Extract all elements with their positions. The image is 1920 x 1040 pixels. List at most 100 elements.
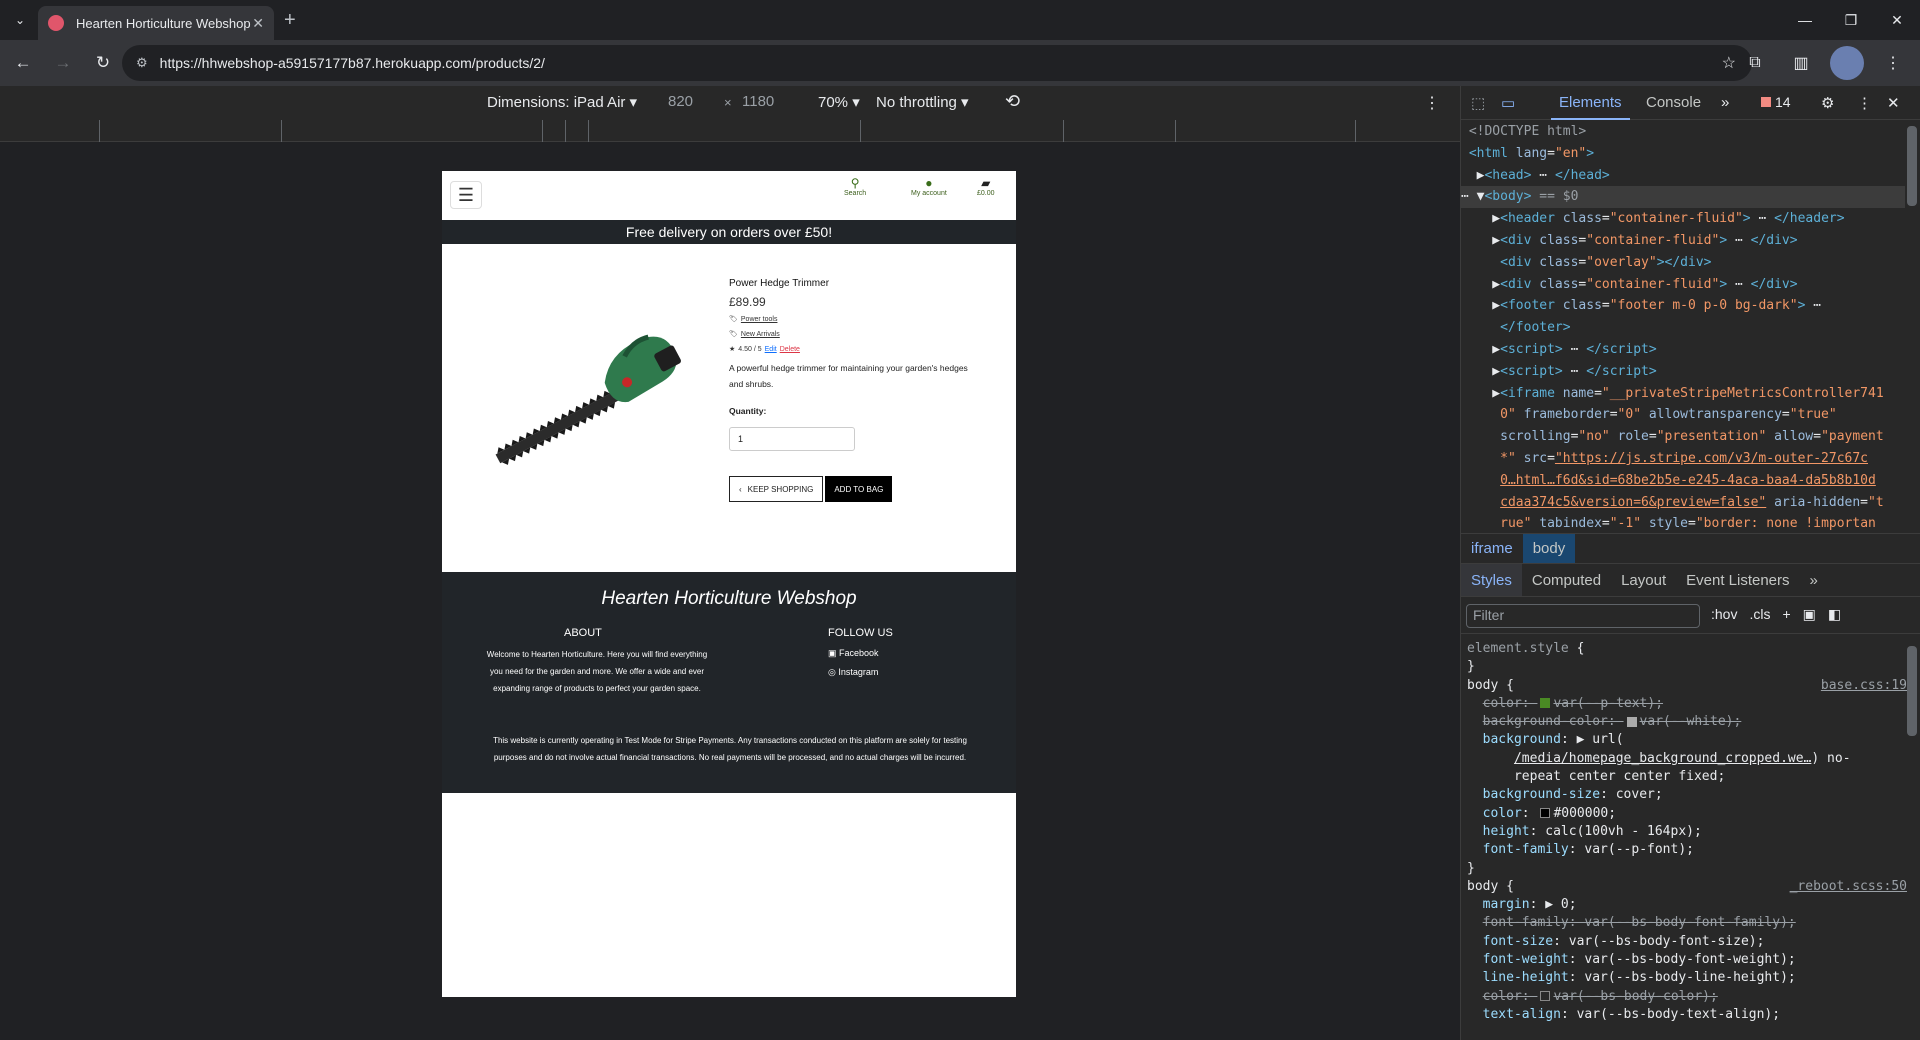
close-devtools-icon[interactable]: ✕ [1887, 94, 1900, 112]
more-tabs-icon[interactable]: » [1721, 94, 1729, 111]
close-window-icon[interactable]: ✕ [1874, 0, 1920, 40]
search-link[interactable]: ⚲ Search [844, 176, 866, 197]
inspect-icon[interactable]: ⬚ [1471, 94, 1485, 112]
css-decl[interactable]: color: var(--bs-body-color); [1467, 988, 1920, 1006]
new-tab-icon[interactable]: + [284, 9, 296, 32]
media-query-ruler[interactable] [0, 120, 1460, 142]
menu-toggle-icon[interactable]: ☰ [450, 181, 482, 209]
dom-node[interactable]: ▶<div class="container-fluid"> ⋯ </div> [1461, 274, 1905, 296]
styles-scrollbar[interactable] [1907, 646, 1917, 736]
profile-avatar[interactable] [1830, 46, 1864, 80]
restore-icon[interactable]: ❐ [1828, 0, 1874, 40]
dom-tree[interactable]: <!DOCTYPE html> <html lang="en"> ▶<head>… [1461, 121, 1905, 531]
extensions-icon[interactable]: ⧉ [1738, 46, 1772, 80]
tab-elements[interactable]: Elements [1551, 94, 1630, 120]
reload-icon[interactable]: ↻ [86, 46, 120, 80]
css-decl[interactable]: background-color: var(--white); [1467, 713, 1920, 731]
settings-gear-icon[interactable]: ⚙ [1821, 94, 1834, 112]
css-decl[interactable]: color: var(--p-text); [1467, 695, 1920, 713]
close-tab-icon[interactable]: ✕ [252, 15, 264, 32]
browser-menu-icon[interactable]: ⋮ [1876, 46, 1910, 80]
dom-node[interactable]: ▶<script> ⋯ </script> [1461, 339, 1905, 361]
device-more-icon[interactable]: ⋮ [1424, 93, 1440, 113]
device-height-input[interactable]: 1180 [742, 93, 774, 110]
breadcrumb-iframe[interactable]: iframe [1461, 534, 1523, 564]
css-decl[interactable]: font-weight: var(--bs-body-font-weight); [1467, 951, 1920, 969]
css-decl[interactable]: line-height: var(--bs-body-line-height); [1467, 969, 1920, 987]
keep-shopping-button[interactable]: ‹ KEEP SHOPPING [729, 476, 824, 502]
source-link-base[interactable]: base.css:19 [1821, 677, 1907, 695]
site-info-icon[interactable]: ⚙ [136, 55, 148, 71]
tab-layout[interactable]: Layout [1611, 572, 1676, 589]
dom-node[interactable]: <!DOCTYPE html> [1461, 121, 1905, 143]
rule-element-style[interactable]: element.style { [1467, 640, 1920, 658]
css-decl[interactable]: margin: ▶ 0; [1467, 896, 1920, 914]
dom-node-selected[interactable]: ⋯ ▼<body> == $0 [1461, 186, 1905, 209]
bookmark-star-icon[interactable]: ☆ [1722, 53, 1736, 73]
dom-node[interactable]: ▶<script> ⋯ </script> [1461, 361, 1905, 383]
throttling-select[interactable]: No throttling ▾ [876, 93, 969, 111]
device-select[interactable]: Dimensions: iPad Air ▾ [487, 93, 637, 111]
css-decl[interactable]: repeat center center fixed; [1467, 768, 1920, 786]
delete-product-link[interactable]: Delete [780, 346, 800, 353]
breadcrumb-body[interactable]: body [1522, 533, 1576, 564]
tab-computed[interactable]: Computed [1522, 572, 1611, 589]
css-decl[interactable]: font-family: var(--p-font); [1467, 841, 1920, 859]
tag-link[interactable]: New Arrivals [741, 331, 780, 338]
rule-body-base[interactable]: body {base.css:19 [1467, 677, 1920, 695]
zoom-select[interactable]: 70% ▾ [818, 93, 860, 111]
facebook-link[interactable]: ▣ Facebook [828, 648, 879, 659]
tab-event-listeners[interactable]: Event Listeners [1676, 572, 1799, 589]
issues-badge[interactable]: 14 [1761, 94, 1791, 110]
category-link[interactable]: Power tools [741, 316, 778, 323]
dom-node[interactable]: </footer> [1461, 317, 1905, 339]
minimize-icon[interactable]: — [1782, 0, 1828, 40]
device-toggle-icon[interactable]: ▭ [1501, 94, 1515, 112]
forward-icon[interactable]: → [46, 46, 80, 80]
edit-product-link[interactable]: Edit [765, 346, 777, 353]
css-decl[interactable]: /media/homepage_background_cropped.we…) … [1467, 750, 1920, 768]
account-link[interactable]: ● My account [911, 176, 947, 197]
dom-node[interactable]: ▶<head> ⋯ </head> [1461, 165, 1905, 187]
tab-styles[interactable]: Styles [1461, 564, 1522, 596]
dom-node[interactable]: <html lang="en"> [1461, 143, 1905, 165]
dom-node[interactable]: rue" tabindex="-1" style="border: none !… [1461, 513, 1905, 531]
instagram-link[interactable]: ◎ Instagram [828, 667, 878, 678]
source-link-reboot[interactable]: _reboot.scss:50 [1790, 878, 1907, 896]
css-decl[interactable]: background: ▶ url( [1467, 731, 1920, 749]
bag-link[interactable]: ▰ £0.00 [977, 176, 995, 197]
dom-node[interactable]: ▶<header class="container-fluid"> ⋯ </he… [1461, 208, 1905, 230]
css-decl[interactable]: background-size: cover; [1467, 786, 1920, 804]
element-state-icon[interactable]: ▣ [1803, 606, 1816, 623]
dom-scrollbar[interactable] [1907, 126, 1917, 206]
tab-search-icon[interactable]: ⌄ [10, 10, 30, 30]
tab-console[interactable]: Console [1646, 94, 1701, 111]
more-subtabs-icon[interactable]: » [1800, 572, 1828, 589]
cls-toggle[interactable]: .cls [1749, 606, 1770, 623]
add-to-bag-button[interactable]: ADD TO BAG [825, 476, 893, 502]
rule-body-reboot[interactable]: body {_reboot.scss:50 [1467, 878, 1920, 896]
css-decl[interactable]: color: #000000; [1467, 805, 1920, 823]
styles-filter-input[interactable]: Filter [1466, 603, 1700, 628]
side-panel-icon[interactable]: ▥ [1784, 46, 1818, 80]
dom-node[interactable]: cdaa374c5&version=6&preview=false" aria-… [1461, 492, 1905, 514]
dom-node[interactable]: ▶<footer class="footer m-0 p-0 bg-dark">… [1461, 295, 1905, 317]
dom-node[interactable]: ▶<div class="container-fluid"> ⋯ </div> [1461, 230, 1905, 252]
new-rule-icon[interactable]: + [1782, 606, 1790, 623]
css-decl[interactable]: font-size: var(--bs-body-font-size); [1467, 933, 1920, 951]
url-text[interactable]: https://hhwebshop-a59157177b87.herokuapp… [160, 55, 545, 71]
hov-toggle[interactable]: :hov [1711, 606, 1737, 623]
css-decl[interactable]: text-align: var(--bs-body-text-align); [1467, 1006, 1920, 1024]
dom-node[interactable]: scrolling="no" role="presentation" allow… [1461, 426, 1905, 448]
back-icon[interactable]: ← [6, 46, 40, 80]
browser-tab[interactable]: Hearten Horticulture Webshop ✕ [38, 6, 274, 40]
address-bar[interactable]: ⚙ https://hhwebshop-a59157177b87.herokua… [122, 45, 1752, 81]
styles-pane[interactable]: element.style { } body {base.css:19 colo… [1461, 634, 1920, 1040]
css-decl[interactable]: font-family: var(--bs-body-font-family); [1467, 914, 1920, 932]
dom-node[interactable]: ▶<iframe name="__privateStripeMetricsCon… [1461, 383, 1905, 405]
dom-node[interactable]: <div class="overlay"></div> [1461, 252, 1905, 274]
dom-node[interactable]: 0" frameborder="0" allowtransparency="tr… [1461, 404, 1905, 426]
dom-node[interactable]: *" src="https://js.stripe.com/v3/m-outer… [1461, 448, 1905, 470]
devtools-menu-icon[interactable]: ⋮ [1857, 94, 1872, 112]
computed-sidebar-icon[interactable]: ◧ [1828, 606, 1841, 623]
